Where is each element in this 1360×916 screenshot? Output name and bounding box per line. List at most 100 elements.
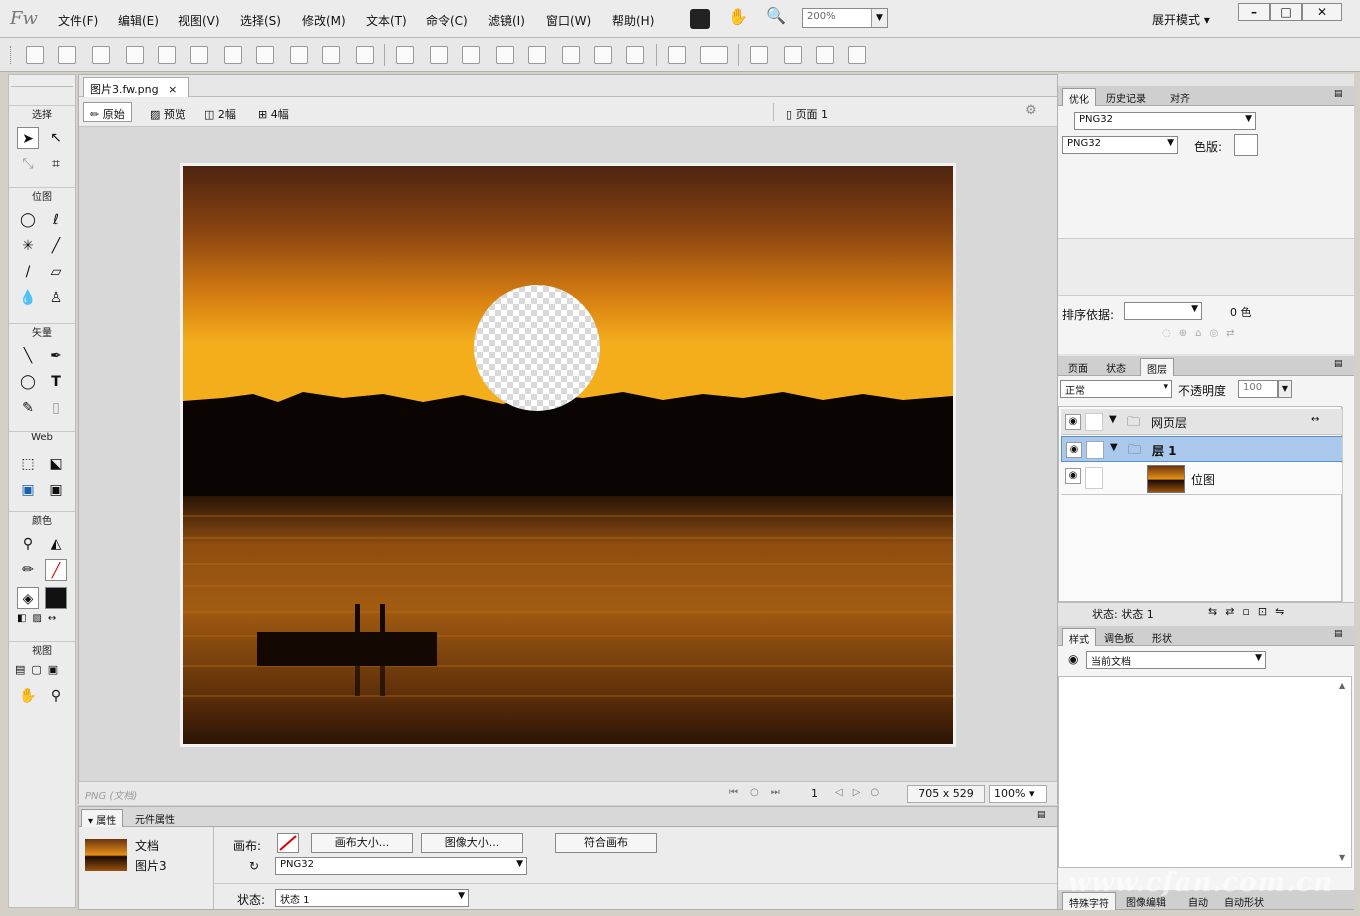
fill-swatch-icon[interactable]	[45, 587, 67, 609]
playback-controls[interactable]: ⏮○⏭	[729, 787, 792, 798]
pencil-tool-icon[interactable]: /	[17, 261, 39, 283]
tab-optimize[interactable]: 优化	[1062, 88, 1096, 106]
blur-tool-icon[interactable]: 💧	[17, 287, 39, 309]
view-4up-button[interactable]: ⊞ 4幅	[251, 102, 296, 122]
panel-grip[interactable]	[11, 77, 73, 87]
expand-arrow-icon[interactable]: ▼	[1109, 414, 1117, 425]
layer-actions-icons[interactable]: ⇆⇄▫⊡⇋	[1208, 605, 1292, 618]
arrange-icon[interactable]	[594, 46, 612, 64]
lasso-tool-icon[interactable]: ℓ	[45, 209, 67, 231]
open-icon[interactable]	[92, 46, 110, 64]
workspace-mode[interactable]: 展开模式 ▾	[1152, 11, 1210, 28]
view-preview-button[interactable]: ▨ 预览	[143, 102, 193, 122]
panel-menu-icon[interactable]: ▤	[1334, 89, 1343, 99]
layer-row[interactable]: ◉ ▼ 🗀 网页层 ↔	[1061, 409, 1343, 435]
status-zoom-select[interactable]: 100% ▾	[989, 785, 1047, 803]
gear-icon[interactable]: ⚙	[1025, 103, 1037, 118]
send-backward-icon[interactable]	[562, 46, 580, 64]
menu-modify[interactable]: 修改(M)	[302, 12, 346, 29]
optimize-format-select[interactable]: PNG32 ▼	[1062, 136, 1178, 154]
menu-help[interactable]: 帮助(H)	[612, 12, 654, 29]
blend-mode-select[interactable]: 正常 ▾	[1060, 380, 1172, 398]
eraser-tool-icon[interactable]: ▱	[45, 261, 67, 283]
close-icon[interactable]: ×	[168, 83, 177, 96]
tab-layers[interactable]: 图层	[1140, 358, 1174, 376]
ellipse-tool-icon[interactable]: ◯	[17, 371, 39, 393]
pointer-tool-icon[interactable]: ➤	[17, 127, 39, 149]
opacity-slider-icon[interactable]: ▼	[1278, 380, 1292, 398]
lock-toggle[interactable]	[1086, 441, 1104, 459]
freeform-tool-icon[interactable]: ✎	[17, 397, 39, 419]
tab-shapes[interactable]: 形状	[1146, 628, 1178, 646]
redo-icon[interactable]	[256, 46, 274, 64]
ungroup-icon[interactable]	[430, 46, 448, 64]
expand-arrow-icon[interactable]: ▼	[1110, 442, 1118, 453]
copy-icon[interactable]	[322, 46, 340, 64]
toolbar-grip[interactable]	[10, 46, 12, 64]
rotate-180-icon[interactable]	[848, 46, 866, 64]
export-icon[interactable]	[158, 46, 176, 64]
brush-tool-icon[interactable]: ╱	[45, 235, 67, 257]
menu-filters[interactable]: 滤镜(I)	[488, 12, 525, 29]
view-2up-button[interactable]: ◫ 2幅	[197, 102, 243, 122]
menu-window[interactable]: 窗口(W)	[546, 12, 591, 29]
canvas-area[interactable]	[79, 127, 1057, 781]
close-button[interactable]: ✕	[1302, 3, 1342, 21]
palette-tools-icons[interactable]: ◌⊕⌂◎⇄	[1162, 328, 1243, 339]
view-original-button[interactable]: ✏ 原始	[83, 102, 132, 122]
undo-icon[interactable]	[224, 46, 242, 64]
panel-menu-icon[interactable]: ▤	[1334, 359, 1343, 369]
eye-icon[interactable]: ◉	[1066, 442, 1082, 458]
tab-align[interactable]: 对齐	[1164, 88, 1196, 106]
styles-doc-select[interactable]: 当前文档 ▼	[1086, 651, 1266, 669]
print-icon[interactable]	[190, 46, 208, 64]
matte-swatch[interactable]	[1234, 134, 1258, 156]
stroke-swatch-icon[interactable]: ╱	[45, 559, 67, 581]
sort-select[interactable]: ▼	[1124, 302, 1202, 320]
state-select[interactable]: 状态 1 ▼	[275, 889, 469, 907]
tab-pages[interactable]: 页面	[1062, 358, 1094, 376]
menu-commands[interactable]: 命令(C)	[426, 12, 468, 29]
color-reset-icons[interactable]: ◧▨↔	[17, 613, 71, 627]
panel-menu-icon[interactable]: ▤	[1334, 629, 1343, 639]
paint-bucket-icon[interactable]: ◭	[45, 533, 67, 555]
eye-icon[interactable]: ◉	[1065, 414, 1081, 430]
marquee-tool-icon[interactable]: ◯	[17, 209, 39, 231]
tab-styles[interactable]: 样式	[1062, 628, 1096, 646]
screen-mode-icons[interactable]: ▤▢▣	[15, 663, 71, 679]
page-selector[interactable]: ▯ 页面 1	[779, 102, 835, 122]
canvas-color-swatch[interactable]	[277, 833, 299, 853]
menu-edit[interactable]: 编辑(E)	[118, 12, 159, 29]
zoom-select[interactable]: 200% ▼	[802, 8, 888, 28]
knife-tool-icon[interactable]: ▯	[45, 397, 67, 419]
optimize-preset-select[interactable]: PNG32 ▼	[1074, 112, 1256, 130]
fill-color-icon[interactable]: ◈	[17, 587, 39, 609]
lock-toggle[interactable]	[1085, 413, 1103, 431]
join-icon[interactable]	[462, 46, 480, 64]
canvas-size-button[interactable]: 画布大小...	[311, 833, 413, 853]
rubber-stamp-icon[interactable]: ♙	[45, 287, 67, 309]
magic-wand-icon[interactable]: ✳	[17, 235, 39, 257]
scroll-down-icon[interactable]: ▼	[1339, 853, 1345, 862]
show-slices-icon[interactable]: ▣	[45, 479, 67, 501]
align-dropdown-icon[interactable]	[700, 46, 728, 64]
tab-properties[interactable]: ▾ 属性	[81, 809, 124, 827]
zoom-tool-icon[interactable]: ⚲	[45, 685, 67, 707]
lock-toggle[interactable]	[1085, 467, 1103, 489]
stroke-color-icon[interactable]: ✏	[17, 559, 39, 581]
import-icon[interactable]	[126, 46, 144, 64]
distribute-icon[interactable]	[626, 46, 644, 64]
share-icon[interactable]: ↔	[1311, 414, 1319, 425]
flip-vertical-icon[interactable]	[784, 46, 802, 64]
layers-scrollbar[interactable]	[1342, 407, 1343, 603]
subselect-tool-icon[interactable]: ↖	[45, 127, 67, 149]
eye-icon[interactable]: ◉	[1065, 468, 1081, 484]
pen-tool-icon[interactable]: ✒	[45, 345, 67, 367]
hand-tool-icon[interactable]: ✋	[17, 685, 39, 707]
document-tab[interactable]: 图片3.fw.png ×	[83, 77, 189, 97]
split-icon[interactable]	[496, 46, 514, 64]
fit-canvas-button[interactable]: 符合画布	[555, 833, 657, 853]
layer-row[interactable]: ◉ 位图	[1061, 463, 1343, 495]
image-size-button[interactable]: 图像大小...	[421, 833, 523, 853]
hotspot-tool-icon[interactable]: ⬚	[17, 453, 39, 475]
